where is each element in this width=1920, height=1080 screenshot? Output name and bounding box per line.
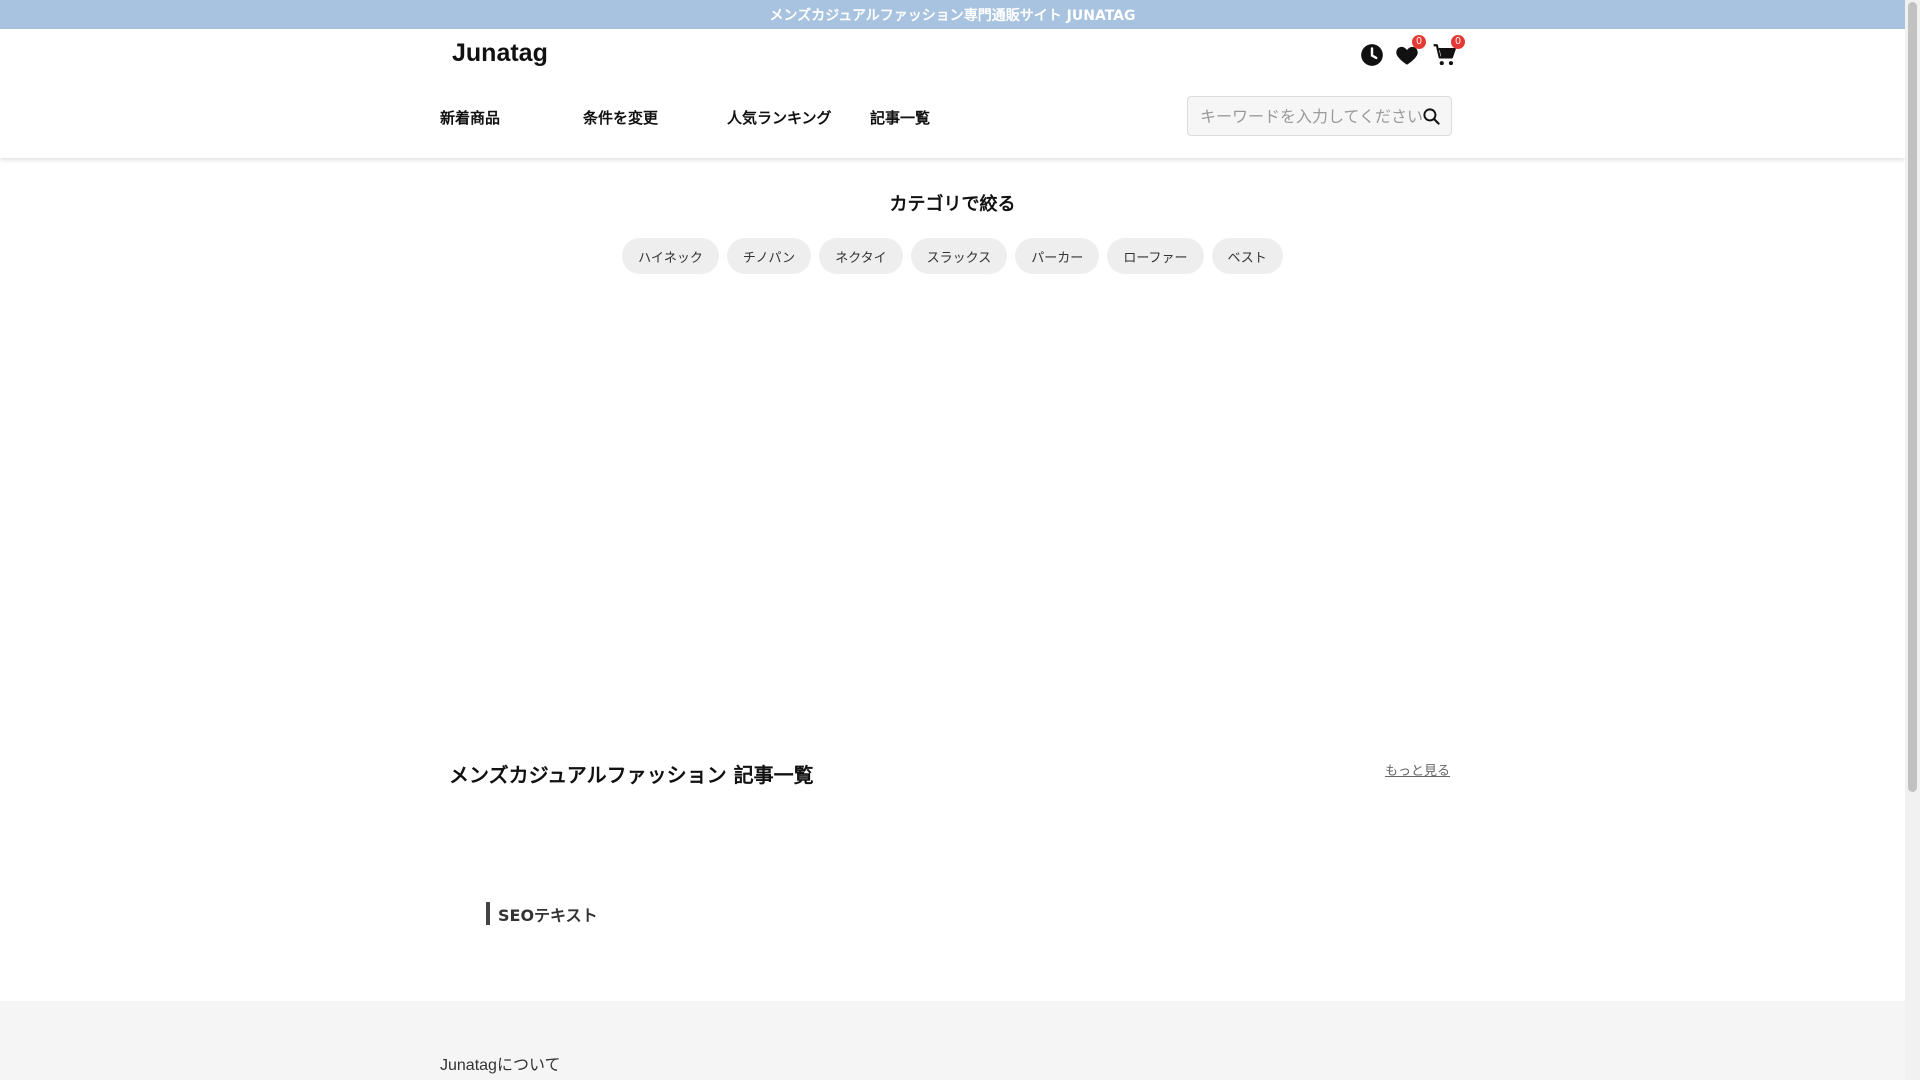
search-box [1187, 96, 1452, 136]
clock-icon [1359, 44, 1385, 72]
search-input[interactable] [1188, 97, 1425, 135]
nav-item-new-arrivals[interactable]: 新着商品 [440, 107, 500, 128]
category-chip[interactable]: パーカー [1015, 238, 1100, 274]
favorites-count-badge: 0 [1412, 35, 1426, 49]
nav-item-ranking[interactable]: 人気ランキング [727, 107, 832, 128]
site-logo[interactable]: Junatag [452, 39, 548, 68]
page-scrollbar[interactable] [1905, 0, 1920, 1080]
category-chips: ハイネック チノパン ネクタイ スラックス パーカー ローファー ベスト [0, 238, 1905, 274]
category-chip[interactable]: ローファー [1107, 238, 1204, 274]
scrollbar-thumb[interactable] [1908, 2, 1917, 792]
seo-heading: SEOテキスト [486, 902, 598, 925]
articles-section-title: メンズカジュアルファッション 記事一覧 [449, 763, 814, 787]
site-footer: Junatagについて [0, 1001, 1905, 1080]
nav-item-change-conditions[interactable]: 条件を変更 [583, 107, 658, 128]
announcement-bar: メンズカジュアルファッション専門通販サイト JUNATAG [0, 0, 1905, 29]
category-chip[interactable]: チノパン [726, 238, 812, 274]
cart-button[interactable]: 0 [1431, 35, 1465, 68]
cart-count-badge: 0 [1451, 35, 1465, 49]
category-chip[interactable]: ハイネック [622, 238, 719, 274]
announcement-text: メンズカジュアルファッション専門通販サイト JUNATAG [769, 7, 1136, 24]
history-button[interactable] [1359, 42, 1385, 68]
cart-icon [1431, 44, 1459, 72]
category-chip[interactable]: ベスト [1211, 238, 1283, 274]
site-header: Junatag 0 0 新着商品 条件を変更 人気ランキング 記事一覧 [0, 29, 1905, 158]
search-icon [1422, 108, 1441, 130]
heart-icon [1394, 46, 1420, 72]
category-chip[interactable]: スラックス [910, 238, 1008, 274]
nav-item-articles[interactable]: 記事一覧 [870, 107, 930, 128]
see-more-link[interactable]: もっと見る [1385, 760, 1450, 779]
favorites-button[interactable]: 0 [1394, 35, 1426, 68]
search-button[interactable] [1422, 107, 1441, 126]
category-chip[interactable]: ネクタイ [819, 238, 903, 274]
footer-about-link[interactable]: Junatagについて [440, 1051, 560, 1075]
category-filter-title: カテゴリで絞る [889, 194, 1016, 215]
